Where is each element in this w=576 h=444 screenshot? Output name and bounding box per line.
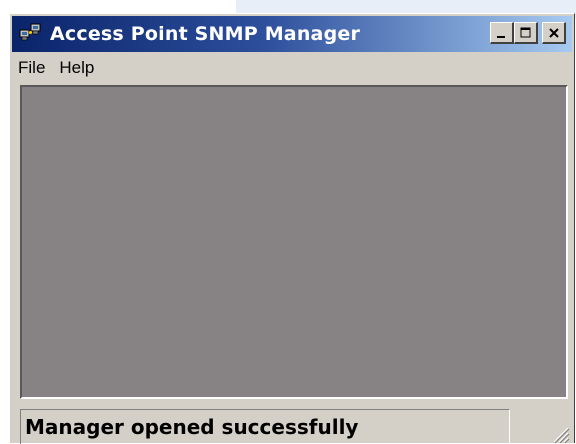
close-button[interactable] [542, 22, 566, 44]
maximize-button[interactable] [514, 22, 538, 44]
network-computers-icon [19, 23, 41, 41]
menu-bar: File Help [12, 54, 572, 82]
menu-help[interactable]: Help [53, 58, 102, 78]
window-title: Access Point SNMP Manager [50, 23, 361, 45]
window-controls [490, 22, 566, 44]
menu-file[interactable]: File [12, 58, 53, 78]
close-icon [548, 27, 559, 38]
status-message: Manager opened successfully [25, 415, 359, 439]
status-bar: Manager opened successfully [12, 407, 572, 444]
resize-grip-icon[interactable] [548, 422, 570, 444]
minimize-button[interactable] [490, 22, 514, 44]
minimize-icon [496, 35, 505, 38]
application-window: Access Point SNMP Manager File Help Mana… [9, 13, 575, 444]
status-panel: Manager opened successfully [20, 409, 510, 444]
client-area[interactable] [20, 85, 568, 399]
title-bar[interactable]: Access Point SNMP Manager [12, 16, 572, 52]
maximize-icon [520, 27, 530, 37]
